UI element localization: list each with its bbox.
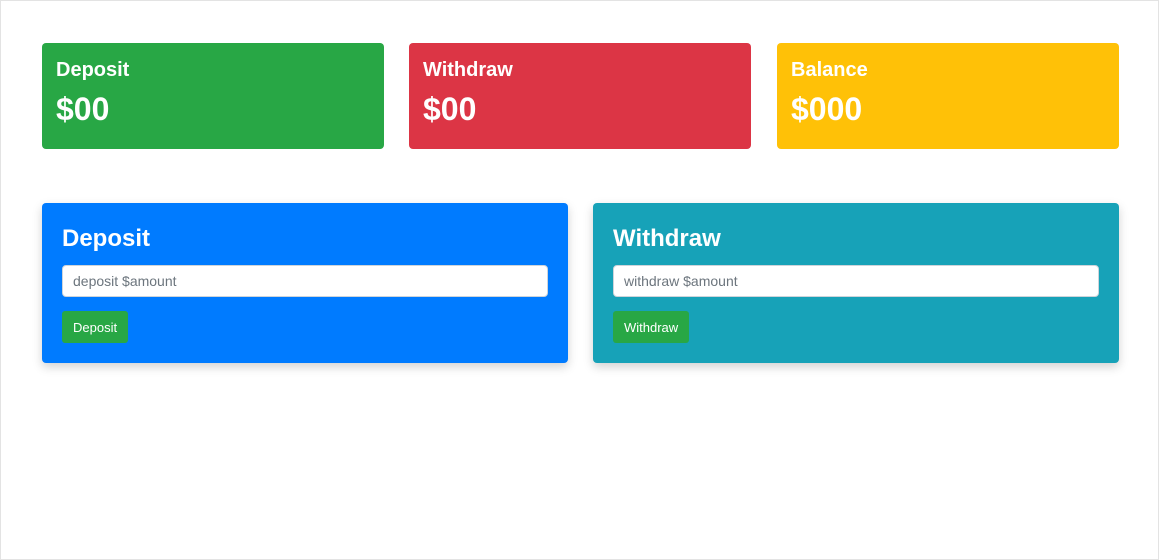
deposit-form-card: Deposit Deposit bbox=[42, 203, 568, 363]
balance-summary-card: Balance $000 bbox=[777, 43, 1119, 149]
deposit-form-title: Deposit bbox=[62, 225, 151, 252]
deposit-button[interactable]: Deposit bbox=[62, 311, 129, 343]
withdraw-summary-title: Withdraw bbox=[423, 59, 513, 81]
deposit-summary-card: Deposit $00 bbox=[42, 43, 384, 149]
withdraw-total-value: $00 bbox=[423, 91, 477, 127]
withdraw-summary-card: Withdraw $00 bbox=[409, 43, 751, 149]
deposit-amount-input[interactable] bbox=[62, 265, 548, 297]
deposit-summary-title: Deposit bbox=[56, 59, 130, 81]
withdraw-form-title: Withdraw bbox=[613, 225, 721, 252]
withdraw-form-card: Withdraw Withdraw bbox=[593, 203, 1119, 363]
deposit-total-value: $00 bbox=[56, 91, 110, 127]
balance-total-value: $000 bbox=[791, 91, 863, 127]
balance-summary-title: Balance bbox=[791, 59, 868, 81]
withdraw-button[interactable]: Withdraw bbox=[613, 311, 690, 343]
withdraw-amount-input[interactable] bbox=[613, 265, 1099, 297]
